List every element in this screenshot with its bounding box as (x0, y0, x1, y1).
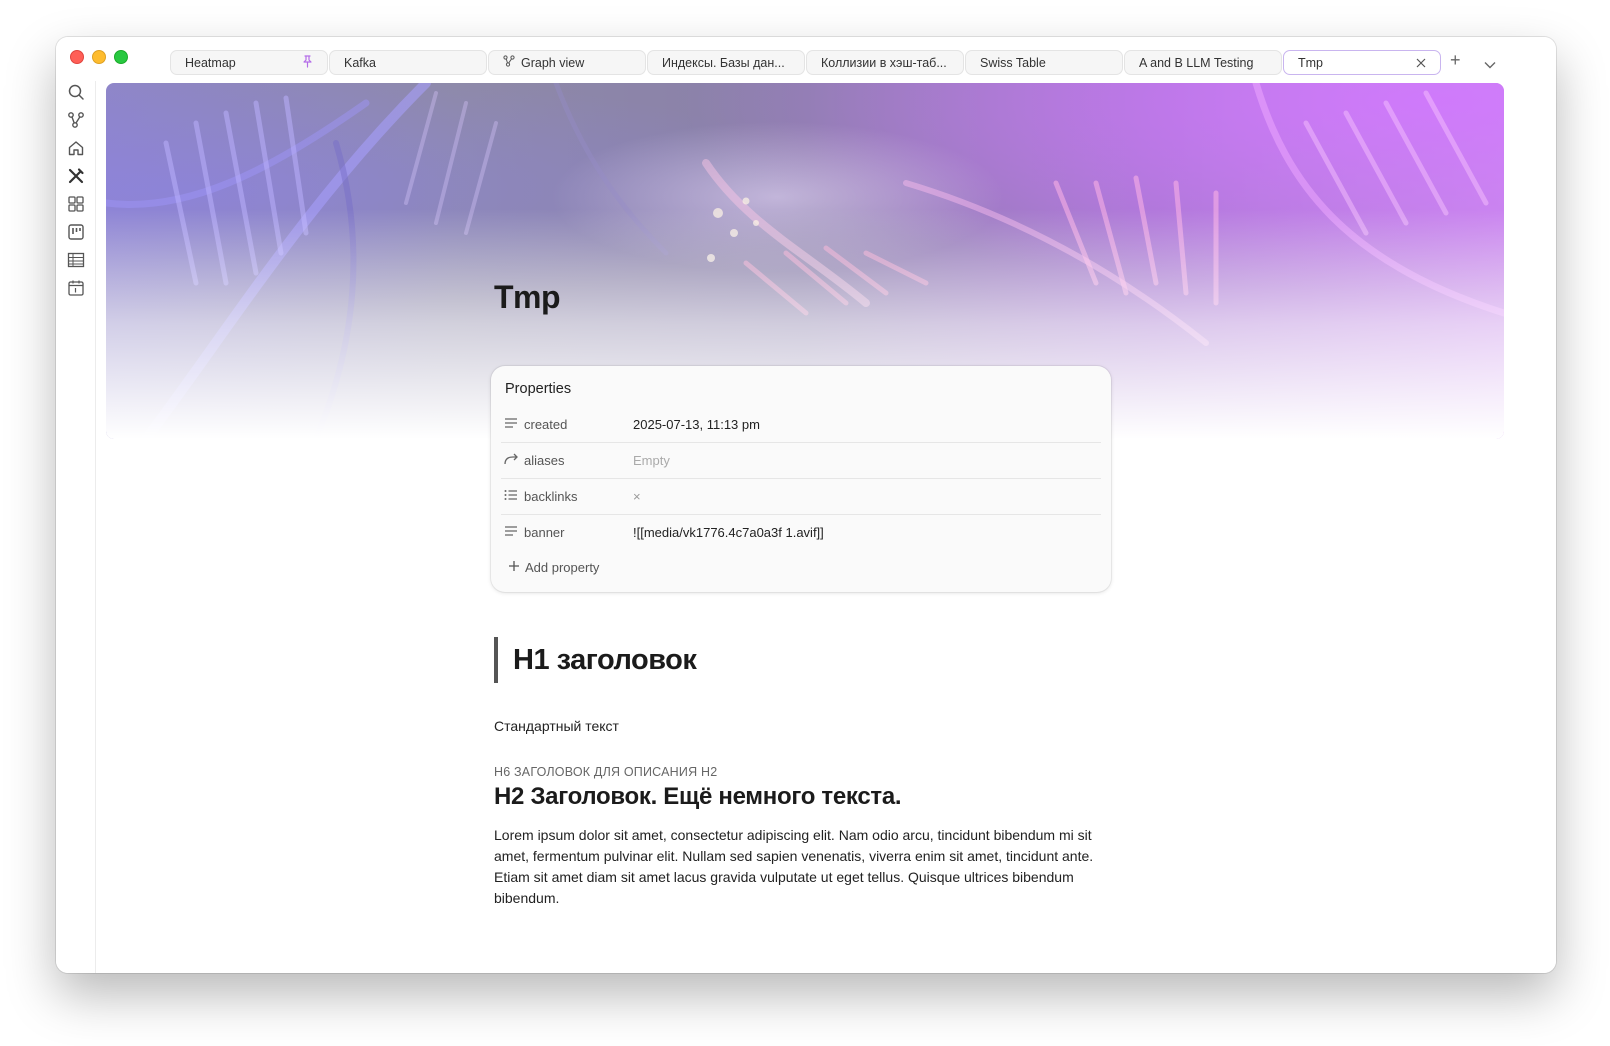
tab-label: Индексы. Базы дан... (662, 55, 785, 70)
graph-icon[interactable] (67, 111, 85, 129)
tab-label: Graph view (521, 55, 585, 70)
note-title[interactable]: Tmp (494, 279, 561, 316)
close-window-button[interactable] (70, 50, 84, 64)
property-key: banner (524, 524, 565, 540)
text-lines-icon (501, 416, 521, 432)
remove-value-icon[interactable]: × (633, 489, 641, 504)
property-value[interactable]: Empty (633, 453, 670, 468)
property-value[interactable]: ![[media/vk1776.4c7a0a3f 1.avif]] (633, 525, 824, 540)
add-property-label: Add property (525, 560, 600, 575)
property-key: backlinks (524, 488, 578, 504)
properties-panel: Properties created 2025-07-13, 11:13 pm … (491, 366, 1111, 592)
tab-bar: Heatmap Kafka Graph view Индексы. Базы д… (56, 37, 1556, 81)
tab-label: Коллизии в хэш-таб... (821, 55, 947, 70)
new-tab-button[interactable]: + (1450, 50, 1461, 71)
calendar-icon[interactable] (67, 279, 85, 297)
zoom-window-button[interactable] (114, 50, 128, 64)
tab-ab-llm-testing[interactable]: A and B LLM Testing (1124, 50, 1282, 75)
tab-label: Heatmap (185, 55, 236, 70)
forward-arrow-icon (501, 452, 521, 468)
home-icon[interactable] (67, 139, 85, 157)
plus-icon (508, 560, 520, 575)
tab-label: Kafka (344, 55, 376, 70)
tab-heatmap[interactable]: Heatmap (170, 50, 328, 75)
tab-list-button[interactable] (1484, 53, 1496, 74)
property-key: created (524, 416, 568, 432)
text-lines-icon (501, 524, 521, 540)
app-window: Heatmap Kafka Graph view Индексы. Базы д… (56, 37, 1556, 973)
layout-icon[interactable] (67, 195, 85, 213)
minimize-window-button[interactable] (92, 50, 106, 64)
list-icon (501, 488, 521, 504)
add-property-button[interactable]: Add property (508, 560, 599, 575)
tab-swiss-table[interactable]: Swiss Table (965, 50, 1123, 75)
chevron-down-icon (1484, 62, 1496, 69)
tab-indexes[interactable]: Индексы. Базы дан... (647, 50, 805, 75)
property-row-backlinks[interactable]: backlinks × (501, 478, 1101, 515)
tab-graph-view[interactable]: Graph view (488, 50, 646, 75)
note-content: Tmp Properties created 2025-07-13, 11:13… (96, 81, 1556, 973)
tab-collisions[interactable]: Коллизии в хэш-таб... (806, 50, 964, 75)
tab-label: A and B LLM Testing (1139, 55, 1254, 70)
left-ribbon (56, 81, 96, 973)
search-icon[interactable] (67, 83, 85, 101)
window-controls (70, 50, 128, 64)
property-row-aliases[interactable]: aliases Empty (501, 442, 1101, 479)
tools-icon[interactable] (67, 167, 85, 185)
close-icon[interactable] (1416, 55, 1426, 71)
paragraph[interactable]: Стандартный текст (494, 718, 619, 734)
property-value[interactable]: 2025-07-13, 11:13 pm (633, 417, 760, 432)
heading-h1[interactable]: H1 заголовок (494, 637, 697, 683)
paragraph-lorem[interactable]: Lorem ipsum dolor sit amet, consectetur … (494, 825, 1119, 909)
tab-label: Swiss Table (980, 55, 1046, 70)
heading-h6[interactable]: H6 ЗАГОЛОВОК ДЛЯ ОПИСАНИЯ H2 (494, 765, 717, 779)
table-icon[interactable] (67, 251, 85, 269)
property-row-banner[interactable]: banner ![[media/vk1776.4c7a0a3f 1.avif]] (501, 514, 1101, 550)
graph-icon (503, 55, 515, 70)
tab-kafka[interactable]: Kafka (329, 50, 487, 75)
properties-heading[interactable]: Properties (505, 381, 571, 397)
property-row-created[interactable]: created 2025-07-13, 11:13 pm (501, 406, 1101, 443)
property-key: aliases (524, 452, 565, 468)
kanban-icon[interactable] (67, 223, 85, 241)
pin-icon[interactable] (302, 54, 313, 71)
heading-h2[interactable]: H2 Заголовок. Ещё немного текста. (494, 783, 902, 811)
tab-label: Tmp (1298, 55, 1323, 70)
tab-tmp[interactable]: Tmp (1283, 50, 1441, 75)
